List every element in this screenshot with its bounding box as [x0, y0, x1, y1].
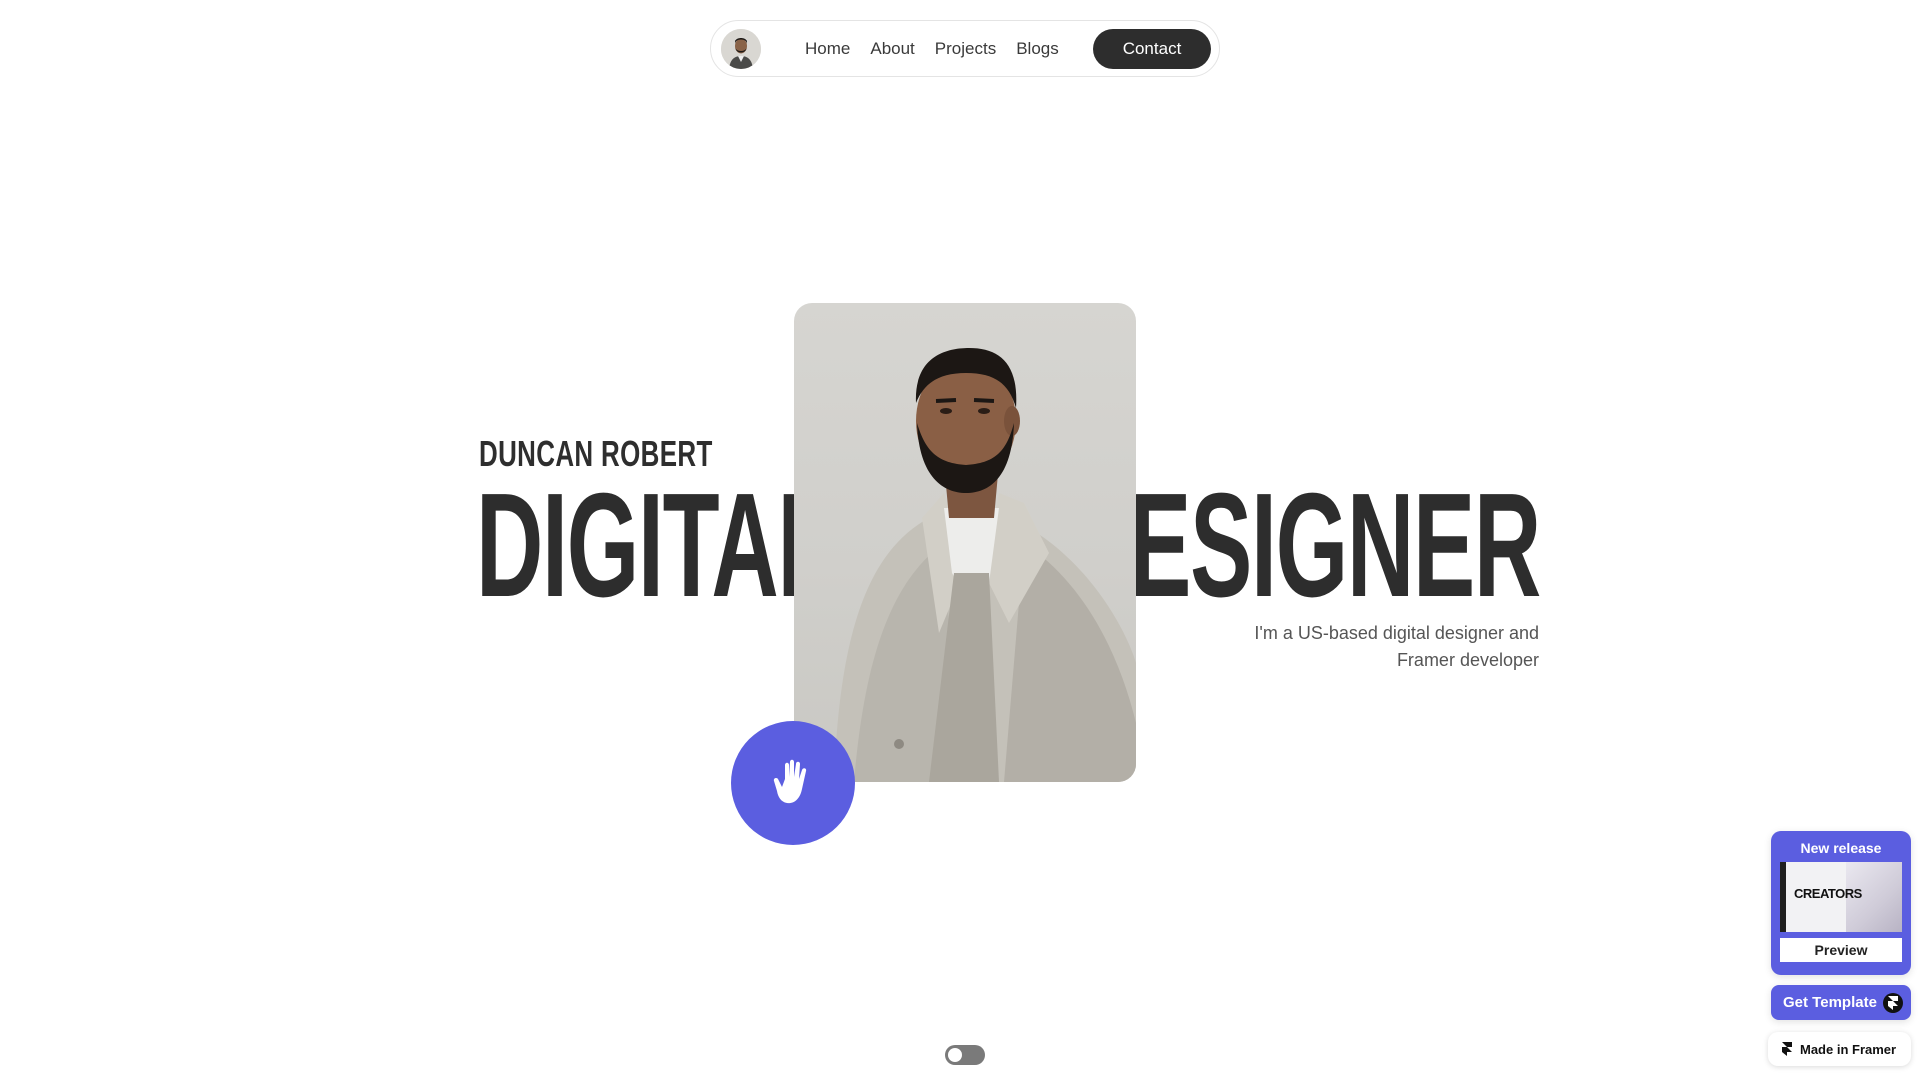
framer-logo-icon [1883, 993, 1903, 1013]
hero-word-digital: DIGITAL [476, 463, 834, 628]
theme-toggle[interactable] [945, 1045, 985, 1065]
toggle-knob [948, 1048, 962, 1062]
release-thumbnail[interactable]: CREATORS [1780, 862, 1902, 932]
hand-wave-icon [773, 759, 807, 804]
get-template-button[interactable]: Get Template [1771, 985, 1911, 1020]
thumb-text: CREATORS [1794, 886, 1862, 901]
avatar[interactable] [721, 28, 761, 69]
hero-tagline: I'm a US-based digital designer and Fram… [1199, 620, 1539, 674]
tagline-line-1: I'm a US-based digital designer and [1254, 623, 1539, 643]
release-title: New release [1800, 840, 1882, 856]
page: Home About Projects Blogs Contact DUNCAN… [0, 0, 1920, 1080]
tagline-line-2: Framer developer [1396, 650, 1539, 670]
nav-link-blogs[interactable]: Blogs [1006, 20, 1069, 77]
top-nav: Home About Projects Blogs Contact [710, 20, 1220, 77]
hero-portrait [794, 303, 1136, 782]
nav-link-about[interactable]: About [860, 20, 924, 77]
framer-logo-icon [1782, 1042, 1792, 1056]
avatar-portrait-icon [721, 28, 761, 69]
nav-link-home[interactable]: Home [795, 20, 860, 77]
preview-button[interactable]: Preview [1780, 938, 1902, 962]
thumb-sidebar [1780, 862, 1786, 932]
portrait-image [834, 348, 1136, 782]
contact-button[interactable]: Contact [1093, 28, 1211, 69]
nav-links: Home About Projects Blogs [795, 20, 1069, 77]
made-in-framer-label: Made in Framer [1800, 1041, 1897, 1057]
made-in-framer-badge[interactable]: Made in Framer [1768, 1032, 1911, 1066]
wave-button[interactable] [731, 721, 855, 845]
nav-link-projects[interactable]: Projects [925, 20, 1006, 77]
new-release-card[interactable]: New release CREATORS Preview [1771, 831, 1911, 975]
get-template-label: Get Template [1783, 994, 1877, 1011]
